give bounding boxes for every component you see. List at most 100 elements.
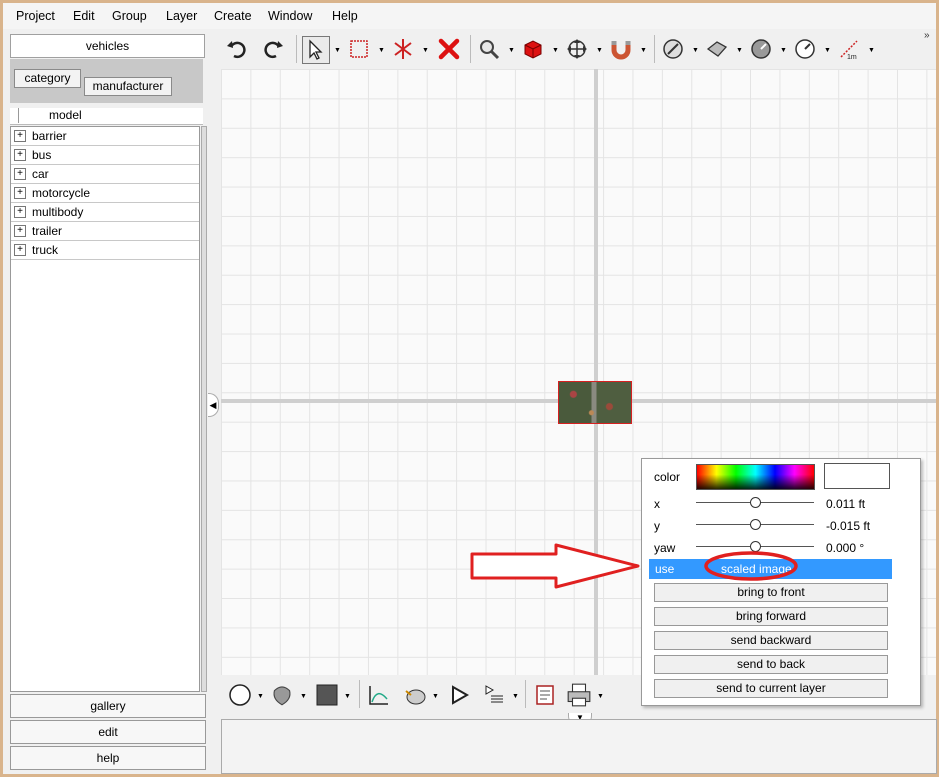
speed-icon[interactable] bbox=[792, 36, 818, 62]
chevron-down-icon[interactable]: ▼ bbox=[512, 693, 519, 700]
delete-x-icon[interactable] bbox=[436, 36, 462, 62]
chevron-down-icon[interactable]: ▼ bbox=[780, 47, 787, 54]
yaw-slider-thumb[interactable] bbox=[750, 541, 761, 552]
cube-icon[interactable] bbox=[520, 36, 546, 62]
circle-icon[interactable] bbox=[226, 681, 254, 709]
chevron-down-icon[interactable]: ▼ bbox=[257, 693, 264, 700]
vehicles-button[interactable]: vehicles bbox=[10, 34, 205, 58]
yaw-label: yaw bbox=[654, 541, 676, 555]
expand-icon[interactable]: + bbox=[14, 225, 26, 237]
vehicle-library-panel: vehicles category manufacturer model + ba… bbox=[8, 32, 207, 772]
bottom-panel bbox=[221, 719, 937, 774]
rect-select-icon[interactable] bbox=[346, 36, 372, 62]
tree-item-label: truck bbox=[32, 243, 59, 257]
chevron-down-icon[interactable]: ▼ bbox=[640, 47, 647, 54]
chevron-down-icon[interactable]: ▼ bbox=[824, 47, 831, 54]
chevron-down-icon[interactable]: ▼ bbox=[552, 47, 559, 54]
fill-color-icon[interactable] bbox=[313, 681, 341, 709]
send-to-back-button[interactable]: send to back bbox=[654, 655, 888, 674]
color-spectrum-picker[interactable] bbox=[696, 464, 815, 490]
zoom-icon[interactable] bbox=[476, 36, 502, 62]
gallery-button[interactable]: gallery bbox=[10, 694, 206, 718]
edit-button[interactable]: edit bbox=[10, 720, 206, 744]
use-row[interactable]: use scaled image bbox=[649, 559, 892, 579]
y-axis-line bbox=[594, 69, 598, 675]
collapse-left-panel-icon[interactable]: ◀ bbox=[208, 393, 219, 417]
chevron-down-icon[interactable]: ▼ bbox=[868, 47, 875, 54]
select-arrow-icon[interactable] bbox=[302, 36, 330, 64]
tree-item-car[interactable]: + car bbox=[11, 165, 199, 184]
chevron-down-icon[interactable]: ▼ bbox=[334, 47, 341, 54]
model-column-header: model bbox=[10, 108, 203, 125]
bring-forward-button[interactable]: bring forward bbox=[654, 607, 888, 626]
tree-item-trailer[interactable]: + trailer bbox=[11, 222, 199, 241]
chevron-down-icon[interactable]: ▼ bbox=[597, 693, 604, 700]
menu-group[interactable]: Group bbox=[112, 9, 147, 23]
tree-item-bus[interactable]: + bus bbox=[11, 146, 199, 165]
split-icon[interactable] bbox=[390, 36, 416, 62]
undo-icon[interactable] bbox=[224, 36, 250, 62]
use-value[interactable]: scaled image bbox=[721, 562, 792, 576]
tree-item-barrier[interactable]: + barrier bbox=[11, 127, 199, 146]
menu-edit[interactable]: Edit bbox=[73, 9, 95, 23]
expand-icon[interactable]: + bbox=[14, 206, 26, 218]
measure-icon[interactable]: 1m bbox=[836, 36, 862, 62]
send-to-current-layer-button[interactable]: send to current layer bbox=[654, 679, 888, 698]
chevron-down-icon[interactable]: ▼ bbox=[422, 47, 429, 54]
redo-icon[interactable] bbox=[260, 36, 286, 62]
bring-to-front-button[interactable]: bring to front bbox=[654, 583, 888, 602]
play-icon[interactable] bbox=[445, 681, 473, 709]
curve-icon[interactable] bbox=[660, 36, 686, 62]
gauge-icon[interactable] bbox=[748, 36, 774, 62]
x-slider-thumb[interactable] bbox=[750, 497, 761, 508]
send-backward-button[interactable]: send backward bbox=[654, 631, 888, 650]
main-toolbar: ▼ ▼ ▼ ▼ ▼ ▼ ▼ ▼ ▼ ▼ ▼ 1m ▼ bbox=[218, 30, 936, 68]
magnet-icon[interactable] bbox=[608, 36, 634, 62]
color-label: color bbox=[654, 470, 681, 484]
paint-icon[interactable] bbox=[704, 36, 730, 62]
menu-layer[interactable]: Layer bbox=[166, 9, 197, 23]
menu-create[interactable]: Create bbox=[214, 9, 252, 23]
chevron-down-icon[interactable]: ▼ bbox=[300, 693, 307, 700]
y-slider-thumb[interactable] bbox=[750, 519, 761, 530]
image-properties-popup: color x 0.011 ft y -0.015 ft yaw 0.000 °… bbox=[641, 458, 921, 706]
chevron-down-icon[interactable]: ▼ bbox=[344, 693, 351, 700]
scaled-aerial-image[interactable] bbox=[558, 381, 632, 424]
help-button[interactable]: help bbox=[10, 746, 206, 770]
tab-category[interactable]: category bbox=[14, 69, 81, 88]
camera-icon[interactable] bbox=[401, 681, 429, 709]
menu-window[interactable]: Window bbox=[268, 9, 312, 23]
expand-icon[interactable]: + bbox=[14, 244, 26, 256]
menu-project[interactable]: Project bbox=[16, 9, 55, 23]
vehicle-tree: + barrier + bus + car + motorcycle + multibod… bbox=[10, 126, 200, 692]
chevron-down-icon[interactable]: ▼ bbox=[596, 47, 603, 54]
chevron-down-icon[interactable]: ▼ bbox=[736, 47, 743, 54]
print-icon[interactable] bbox=[565, 681, 593, 709]
menu-bar: Project Edit Group Layer Create Window H… bbox=[3, 3, 936, 29]
measure-label: 1m bbox=[847, 54, 857, 61]
tree-scrollbar[interactable] bbox=[201, 126, 207, 692]
model-header-label[interactable]: model bbox=[18, 108, 202, 123]
move-icon[interactable] bbox=[564, 36, 590, 62]
chevron-down-icon[interactable]: ▼ bbox=[692, 47, 699, 54]
yaw-value: 0.000 ° bbox=[826, 541, 865, 555]
expand-icon[interactable]: + bbox=[14, 168, 26, 180]
tree-item-label: bus bbox=[32, 148, 52, 162]
tree-item-truck[interactable]: + truck bbox=[11, 241, 199, 260]
chevron-down-icon[interactable]: ▼ bbox=[432, 693, 439, 700]
tab-manufacturer[interactable]: manufacturer bbox=[84, 77, 172, 96]
tree-item-multibody[interactable]: + multibody bbox=[11, 203, 199, 222]
menu-help[interactable]: Help bbox=[332, 9, 358, 23]
playlist-icon[interactable] bbox=[481, 681, 509, 709]
report-icon[interactable] bbox=[531, 681, 559, 709]
graph-icon[interactable] bbox=[365, 681, 393, 709]
tree-item-motorcycle[interactable]: + motorcycle bbox=[11, 184, 199, 203]
x-value: 0.011 ft bbox=[826, 497, 866, 511]
chevron-down-icon[interactable]: ▼ bbox=[378, 47, 385, 54]
shape-icon[interactable] bbox=[268, 681, 296, 709]
expand-icon[interactable]: + bbox=[14, 149, 26, 161]
chevron-down-icon[interactable]: ▼ bbox=[508, 47, 515, 54]
expand-icon[interactable]: + bbox=[14, 130, 26, 142]
color-swatch[interactable] bbox=[824, 463, 890, 489]
expand-icon[interactable]: + bbox=[14, 187, 26, 199]
